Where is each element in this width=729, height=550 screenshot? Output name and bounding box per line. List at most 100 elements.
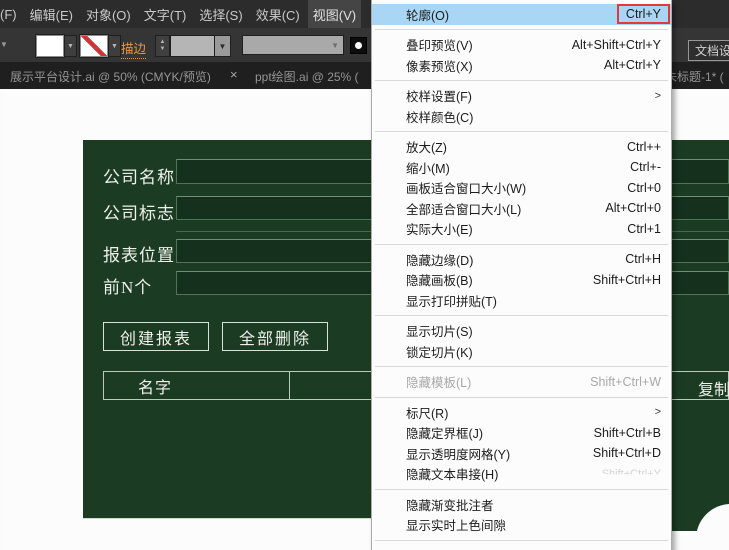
submenu-arrow-icon: > [654, 406, 661, 419]
menu-item[interactable]: 显示打印拼贴(T) [372, 290, 671, 311]
menu-item-label: 实际大小(E) [406, 223, 473, 238]
menu-separator [375, 131, 668, 132]
menu-item-label: 锁定切片(K) [406, 345, 473, 360]
menu-item-label: 画板适合窗口大小(W) [406, 182, 527, 197]
stroke-weight-field[interactable] [170, 35, 216, 57]
menu-item[interactable]: 显示透明度网格(Y) Shift+Ctrl+D [372, 443, 671, 464]
menu-item[interactable]: 锁定切片(K) [372, 341, 671, 362]
menu-item-shortcut: Ctrl++ [626, 139, 661, 154]
menu-item-shortcut: Alt+Ctrl+Y [604, 58, 661, 73]
tab-document-1[interactable]: 展示平台设计.ai @ 50% (CMYK/预览) [10, 68, 211, 85]
menu-item-label: 校样颜色(C) [406, 110, 474, 125]
menu-separator [375, 315, 668, 316]
menubar-item[interactable]: 效果(C) [251, 0, 305, 28]
menu-item-label: 校样设置(F) [406, 90, 472, 105]
menu-item[interactable]: 标尺(R) > [372, 402, 671, 423]
table-header-fragment: 复制 [698, 382, 729, 399]
first-n-label: 前N个 [103, 278, 153, 297]
menu-item-label: 隐藏边缘(D) [406, 253, 474, 268]
report-location-label: 报表位置 [103, 246, 175, 265]
menu-separator [375, 396, 668, 398]
menu-item[interactable]: 轮廓(O) Ctrl+Y [372, 4, 671, 25]
brush-definition-swatch[interactable] [350, 37, 367, 54]
stroke-weight-dropdown-icon[interactable]: ▼ [214, 35, 231, 57]
menu-item[interactable]: 缩小(M) Ctrl+- [372, 157, 671, 178]
menubar-item[interactable]: 文字(T) [139, 0, 192, 28]
menu-item[interactable]: 实际大小(E) Ctrl+1 [372, 219, 671, 240]
menu-item-label: 放大(Z) [406, 141, 447, 156]
menu-item[interactable]: 显示实时上色间隙 [372, 515, 671, 536]
menu-item[interactable]: 校样颜色(C) [372, 106, 671, 127]
fill-color-swatch[interactable] [36, 35, 64, 57]
menu-item-label: 隐藏画板(B) [406, 274, 473, 289]
menu-item-label: 标尺(R) [406, 406, 449, 421]
fill-dropdown-arrow-icon[interactable]: ▼ [64, 35, 77, 57]
menu-item-label: 隐藏渐变批注者 [406, 498, 494, 513]
table-header-name: 名字 [138, 379, 173, 397]
menubar-item[interactable]: 编辑(E) [25, 0, 78, 28]
menu-item-label: 显示打印拼贴(T) [406, 294, 497, 309]
company-logo-label: 公司标志 [103, 204, 175, 223]
menu-separator [375, 29, 668, 30]
menu-separator [375, 539, 668, 541]
menu-separator [375, 488, 668, 490]
stroke-dropdown-arrow-icon[interactable]: ▼ [108, 35, 121, 57]
menu-separator [375, 366, 668, 367]
menu-item[interactable]: 隐藏文本串接(H) Shift+Ctrl+Y [372, 464, 671, 485]
menu-item-label: 显示切片(S) [406, 325, 473, 340]
menu-item-shortcut: Ctrl+H [625, 252, 661, 267]
menu-item-label: 显示透明度网格(Y) [406, 447, 511, 462]
stroke-weight-stepper[interactable]: ▲ ▼ [155, 35, 170, 57]
menu-item-shortcut: Shift+Ctrl+B [593, 425, 661, 440]
submenu-arrow-icon: > [654, 89, 661, 102]
dot-icon [355, 42, 362, 49]
company-name-label: 公司名称 [103, 168, 175, 187]
menu-item[interactable]: 校样设置(F) > [372, 86, 671, 107]
illustrator-window: 公司名称 公司标志 报表位置 前N个 创建报表 全部删除 名字 复制 (F) 编辑… [0, 0, 729, 550]
clipped-dropdown-arrow-icon[interactable]: ▼ [0, 40, 8, 49]
menu-item-shortcut: Shift+Ctrl+D [592, 446, 661, 461]
menubar-item[interactable]: 对象(O) [81, 0, 136, 28]
view-dropdown-menu: 轮廓(O) Ctrl+Y 叠印预览(V) Alt+Shift+Ctrl+Y 像素… [371, 0, 672, 550]
menu-item[interactable]: 画板适合窗口大小(W) Ctrl+0 [372, 178, 671, 199]
menu-item-shortcut: Ctrl+1 [627, 221, 661, 236]
tab-document-2[interactable]: ppt绘图.ai @ 25% ( [255, 68, 359, 85]
menu-item[interactable]: 隐藏定界框(J) Shift+Ctrl+B [372, 423, 671, 444]
document-setup-button[interactable]: 文档设 [688, 40, 729, 61]
menu-item-label: 隐藏模板(L) [406, 376, 472, 391]
close-tab-icon[interactable]: × [230, 67, 238, 82]
menu-item[interactable]: 隐藏模板(L) Shift+Ctrl+W [372, 372, 671, 393]
variable-width-dropdown[interactable]: ▼ [242, 35, 344, 55]
menu-item[interactable]: 叠印预览(V) Alt+Shift+Ctrl+Y [372, 35, 671, 56]
table-column-divider [289, 372, 290, 399]
stroke-label-link[interactable]: 描边 [121, 38, 147, 59]
menu-item-label: 显示实时上色间隙 [406, 519, 507, 534]
menu-item-label: 全部适合窗口大小(L) [406, 202, 522, 217]
menu-item-label: 轮廓(O) [406, 8, 450, 23]
menu-item-label: 像素预览(X) [406, 59, 473, 74]
menu-item[interactable]: 隐藏渐变批注者 [372, 494, 671, 515]
menu-item-shortcut: Alt+Ctrl+0 [605, 201, 661, 216]
menu-item-shortcut: Ctrl+- [630, 160, 661, 175]
menu-item-shortcut: Shift+Ctrl+Y [601, 467, 661, 480]
stroke-color-swatch[interactable] [80, 35, 108, 57]
menu-item[interactable]: 放大(Z) Ctrl++ [372, 137, 671, 158]
menu-item-label: 缩小(M) [406, 161, 450, 176]
menu-item[interactable]: 隐藏边缘(D) Ctrl+H [372, 249, 671, 270]
menu-item[interactable]: 像素预览(X) Alt+Ctrl+Y [372, 55, 671, 76]
menubar-item[interactable]: 视图(V) [307, 0, 362, 28]
menu-item[interactable]: 全部适合窗口大小(L) Alt+Ctrl+0 [372, 198, 671, 219]
menu-separator [375, 80, 668, 81]
menu-item[interactable]: 显示切片(S) [372, 321, 671, 342]
menubar-item[interactable]: (F) [0, 0, 22, 28]
tab-document-3-fragment[interactable]: 未标题-1* ( [665, 68, 724, 85]
menu-item-label: 叠印预览(V) [406, 39, 473, 54]
menubar-item[interactable]: 选择(S) [194, 0, 247, 28]
menu-item-shortcut: Shift+Ctrl+W [590, 374, 661, 389]
menu-item[interactable]: 隐藏画板(B) Shift+Ctrl+H [372, 270, 671, 291]
menu-item-shortcut: Ctrl+Y [616, 4, 670, 25]
menu-item-shortcut: Alt+Shift+Ctrl+Y [571, 37, 661, 52]
menu-item-label: 隐藏文本串接(H) [406, 468, 499, 483]
menu-item-shortcut: Ctrl+0 [627, 180, 661, 195]
create-report-button: 创建报表 [103, 322, 209, 351]
